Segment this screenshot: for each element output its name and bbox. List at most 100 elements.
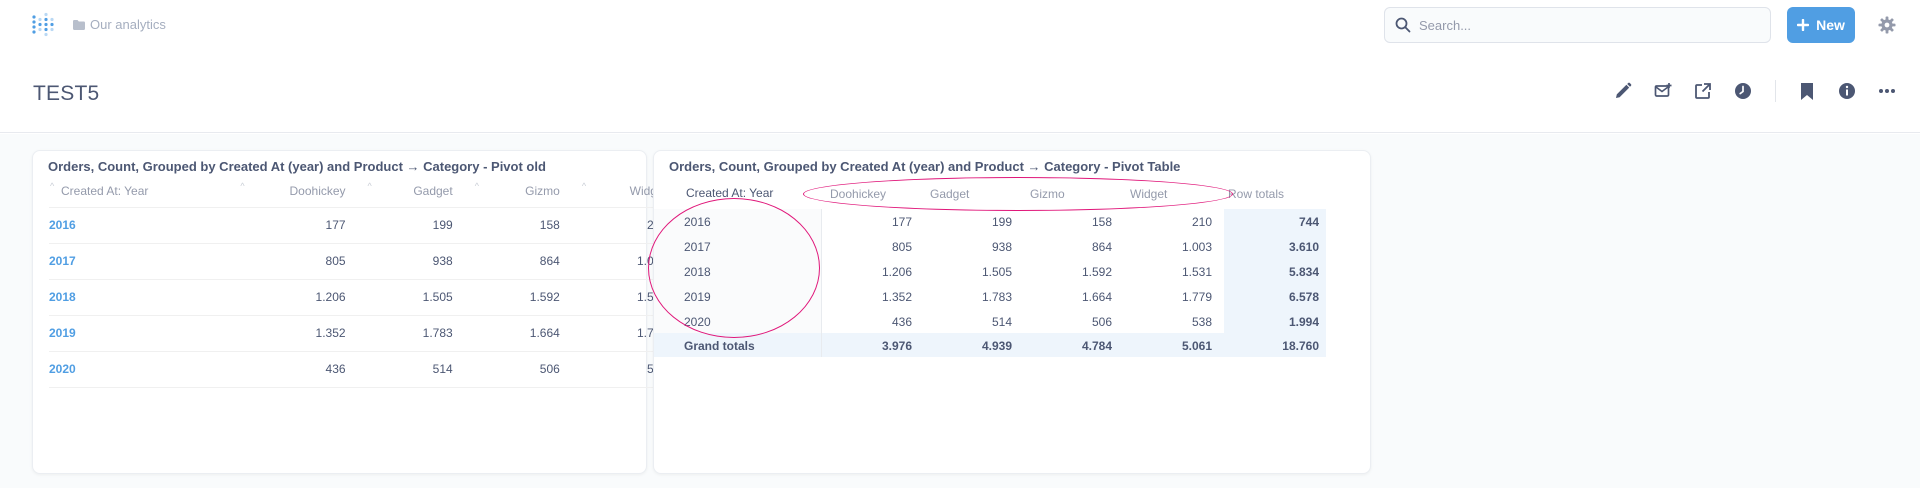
- pivot-cell[interactable]: 514: [932, 315, 1012, 329]
- pivot-cell[interactable]: 436: [832, 315, 912, 329]
- pivot-table: Created At: Year Doohickey Gadget Gizmo …: [654, 151, 1372, 475]
- row-total-cell: 6.578: [1288, 290, 1319, 304]
- pivot-row-label[interactable]: 2016: [684, 215, 711, 229]
- pivot-cell[interactable]: 1.003: [1132, 240, 1212, 254]
- pivot-cell[interactable]: 1.206: [832, 265, 912, 279]
- search-icon: [1395, 17, 1411, 33]
- breadcrumb-collection[interactable]: Our analytics: [90, 17, 166, 32]
- table-row: 2020436514506538: [49, 351, 669, 388]
- year-link[interactable]: 2017: [49, 243, 241, 280]
- share-external-icon[interactable]: [1693, 81, 1713, 101]
- pivot-column-header[interactable]: Widget: [1130, 187, 1167, 201]
- pivot-row-label[interactable]: 2019: [684, 290, 711, 304]
- sort-arrow-icon: ^: [581, 181, 587, 191]
- table-cell[interactable]: 1.592: [454, 279, 562, 316]
- table-cell[interactable]: 506: [454, 351, 562, 388]
- sort-arrow-icon: ^: [50, 181, 55, 191]
- pivot-table-card[interactable]: Orders, Count, Grouped by Created At (ye…: [653, 150, 1371, 474]
- table-cell[interactable]: 514: [347, 351, 455, 388]
- year-link[interactable]: 2018: [49, 279, 241, 316]
- table-cell[interactable]: 1.206: [240, 279, 348, 316]
- pivot-cell[interactable]: 864: [1032, 240, 1112, 254]
- header-separator: [1775, 80, 1776, 102]
- more-options-icon[interactable]: [1877, 81, 1897, 101]
- table-row: 2016177199158210: [49, 207, 669, 244]
- pivot-cell[interactable]: 1.531: [1132, 265, 1212, 279]
- bookmark-icon[interactable]: [1797, 81, 1817, 101]
- pivot-cell[interactable]: 1.592: [1032, 265, 1112, 279]
- row-header-background: [654, 209, 821, 333]
- table-cell[interactable]: 1.664: [454, 315, 562, 352]
- pivot-cell[interactable]: 1.664: [1032, 290, 1112, 304]
- year-link[interactable]: 2019: [49, 315, 241, 352]
- pivot-cell[interactable]: 210: [1132, 215, 1212, 229]
- pivot-row-label[interactable]: 2018: [684, 265, 711, 279]
- table-cell[interactable]: 1.505: [347, 279, 455, 316]
- grand-total-cell: 5.061: [1181, 339, 1212, 353]
- folder-icon: [73, 19, 85, 30]
- row-total-cell: 1.994: [1288, 315, 1319, 329]
- table-cell[interactable]: 938: [347, 243, 455, 280]
- column-header[interactable]: ^ Gizmo: [454, 175, 562, 208]
- pivot-cell[interactable]: 158: [1032, 215, 1112, 229]
- row-total-cell: 5.834: [1288, 265, 1319, 279]
- row-header-divider: [821, 209, 822, 357]
- pivot-cell[interactable]: 938: [932, 240, 1012, 254]
- table-row: 2017 805 938 864 1.003: [49, 243, 669, 280]
- year-link[interactable]: 2020: [49, 351, 241, 388]
- history-clock-icon[interactable]: [1733, 81, 1753, 101]
- row-totals-header[interactable]: Row totals: [1228, 187, 1284, 201]
- pivot-cell[interactable]: 1.779: [1132, 290, 1212, 304]
- pivot-cell[interactable]: 538: [1132, 315, 1212, 329]
- pivot-cell[interactable]: 805: [832, 240, 912, 254]
- metabase-logo-icon[interactable]: [30, 11, 58, 39]
- gear-icon[interactable]: [1878, 16, 1896, 34]
- subscription-mail-icon[interactable]: [1653, 81, 1673, 101]
- row-total-cell: 3.610: [1288, 240, 1319, 254]
- table-cell[interactable]: 1.783: [347, 315, 455, 352]
- pivot-column-header[interactable]: Gizmo: [1030, 187, 1065, 201]
- grand-total-overall: 18.760: [1282, 339, 1319, 353]
- pivot-cell[interactable]: 1.505: [932, 265, 1012, 279]
- pivot-column-header[interactable]: Gadget: [930, 187, 969, 201]
- table-cell[interactable]: 1.352: [240, 315, 348, 352]
- table-cell[interactable]: 177: [240, 207, 348, 244]
- column-header[interactable]: ^ Gadget: [347, 175, 455, 208]
- table-cell[interactable]: 436: [240, 351, 348, 388]
- new-button-label: New: [1816, 17, 1845, 33]
- dashboard-title[interactable]: TEST5: [33, 82, 99, 106]
- new-button[interactable]: New: [1787, 7, 1855, 43]
- breadcrumb[interactable]: Our analytics: [73, 17, 166, 32]
- plus-icon: [1797, 19, 1810, 31]
- pivot-cell[interactable]: 506: [1032, 315, 1112, 329]
- pivot-old-table: ^ Created At: Year ^ Doohickey ^ Gadget ^ Gi…: [49, 175, 669, 388]
- table-row: 2018 1.206 1.505 1.592 1.531: [49, 279, 669, 316]
- grand-total-cell: 3.976: [881, 339, 912, 353]
- pivot-cell[interactable]: 199: [932, 215, 1012, 229]
- table-row: 2019 1.352 1.783 1.664 1.779: [49, 315, 669, 352]
- year-link[interactable]: 2016: [49, 207, 241, 244]
- pivot-row-label[interactable]: 2020: [684, 315, 711, 329]
- table-header-row: ^ Created At: Year ^ Doohickey ^ Gadget ^ Gi…: [49, 175, 669, 208]
- sort-arrow-icon: ^: [240, 181, 245, 191]
- row-header-label[interactable]: Created At: Year: [686, 186, 773, 200]
- pivot-cell[interactable]: 1.783: [932, 290, 1012, 304]
- pivot-old-title[interactable]: Orders, Count, Grouped by Created At (ye…: [48, 159, 546, 174]
- pivot-cell[interactable]: 177: [832, 215, 912, 229]
- info-icon[interactable]: [1837, 81, 1857, 101]
- grand-total-cell: 4.939: [981, 339, 1012, 353]
- table-cell[interactable]: 864: [454, 243, 562, 280]
- pivot-column-header[interactable]: Doohickey: [830, 187, 886, 201]
- pivot-row-label[interactable]: 2017: [684, 240, 711, 254]
- table-cell[interactable]: 805: [240, 243, 348, 280]
- table-cell[interactable]: 158: [454, 207, 562, 244]
- edit-pencil-icon[interactable]: [1613, 81, 1633, 101]
- column-header[interactable]: ^ Doohickey: [240, 175, 348, 208]
- pivot-old-card[interactable]: Orders, Count, Grouped by Created At (ye…: [32, 150, 669, 474]
- pivot-cell[interactable]: 1.352: [832, 290, 912, 304]
- column-header[interactable]: ^ Created At: Year: [49, 175, 241, 208]
- search-input[interactable]: [1419, 17, 1749, 33]
- table-cell[interactable]: 199: [347, 207, 455, 244]
- top-nav: Our analytics New: [0, 0, 1920, 50]
- search-bar[interactable]: [1384, 7, 1771, 43]
